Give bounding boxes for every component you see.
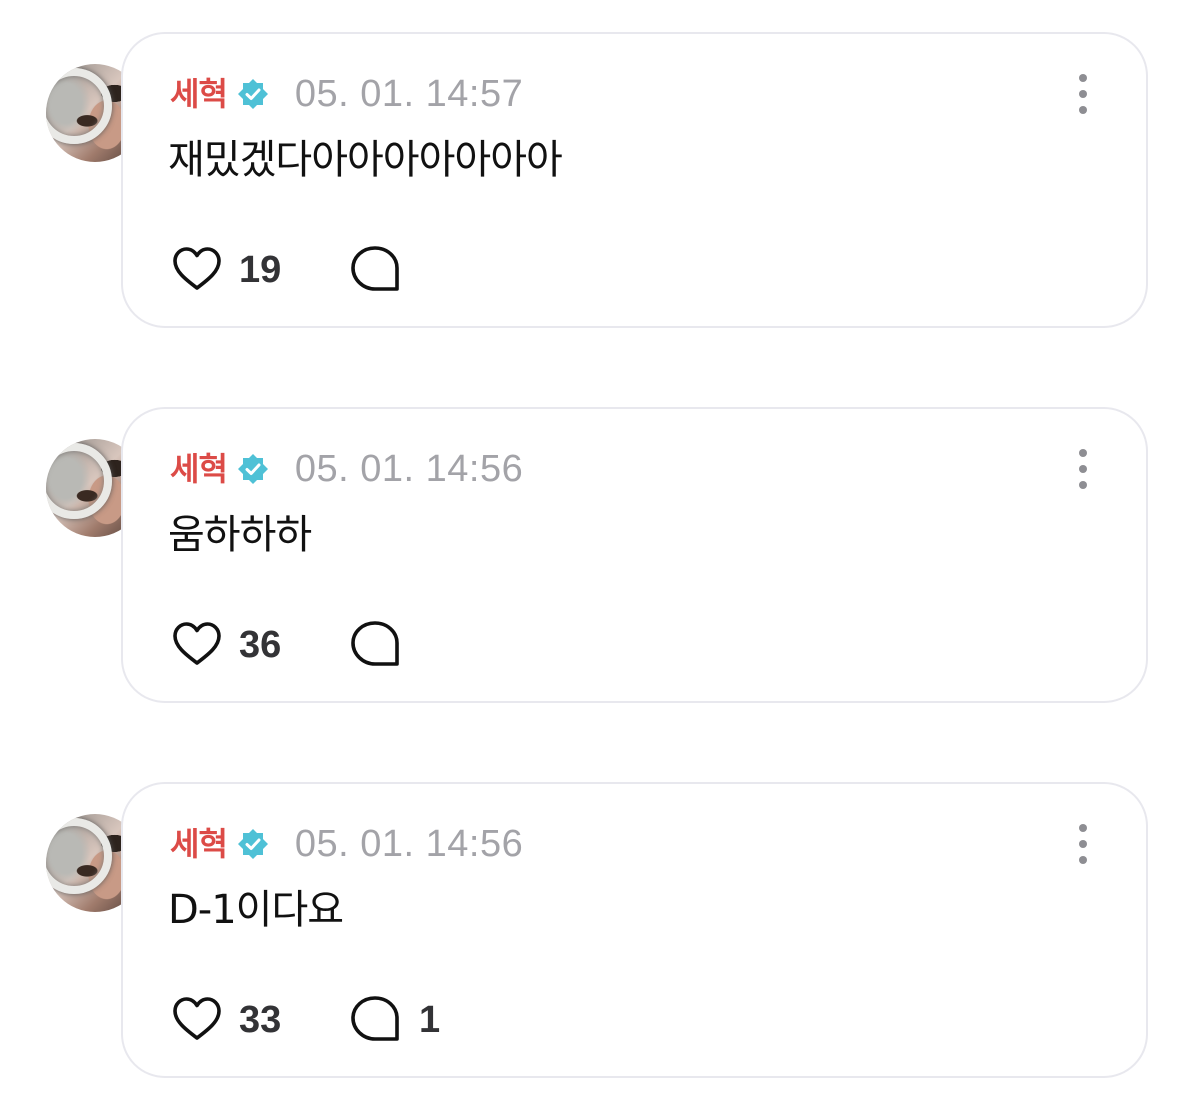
comment-card: 세혁 05. 01. 14:56 움하하하 36 <box>121 407 1148 703</box>
comment-item: 세혁 05. 01. 14:56 움하하하 36 <box>0 405 1200 707</box>
speech-bubble-icon <box>351 246 399 291</box>
comment-timestamp: 05. 01. 14:56 <box>294 823 524 865</box>
comment-actions: 33 1 <box>171 994 440 1046</box>
more-vertical-icon-dot <box>1079 465 1087 473</box>
author-name[interactable]: 세혁 <box>170 449 228 489</box>
more-vertical-icon-dot <box>1079 481 1087 489</box>
avatar-photo <box>46 443 112 519</box>
more-options-button[interactable] <box>1068 70 1098 118</box>
more-options-button[interactable] <box>1068 820 1098 868</box>
like-button[interactable]: 33 <box>171 994 281 1046</box>
author-name[interactable]: 세혁 <box>170 74 228 114</box>
verified-badge-icon <box>237 78 269 110</box>
more-vertical-icon-dot <box>1079 856 1087 864</box>
author-name[interactable]: 세혁 <box>170 824 228 864</box>
like-count: 19 <box>239 249 282 291</box>
more-vertical-icon <box>1079 824 1087 832</box>
heart-outline-icon <box>173 622 221 665</box>
comment-header: 세혁 05. 01. 14:57 <box>170 74 523 114</box>
avatar-photo <box>46 68 112 144</box>
like-count: 33 <box>239 999 282 1041</box>
reply-button[interactable] <box>349 619 419 671</box>
comment-header: 세혁 05. 01. 14:56 <box>170 449 523 489</box>
comment-text: 재밌겠다아아아아아아아 <box>168 137 563 183</box>
comment-card: 세혁 05. 01. 14:57 재밌겠다아아아아아아아 19 <box>121 32 1148 328</box>
more-vertical-icon-dot <box>1079 840 1087 848</box>
speech-bubble-icon <box>351 996 399 1041</box>
more-vertical-icon-dot <box>1079 106 1087 114</box>
avatar-photo <box>46 818 112 894</box>
comment-item: 세혁 05. 01. 14:57 재밌겠다아아아아아아아 19 <box>0 30 1200 332</box>
more-vertical-icon <box>1079 74 1087 82</box>
reply-button[interactable]: 1 <box>349 994 440 1046</box>
more-options-button[interactable] <box>1068 445 1098 493</box>
verified-badge-icon <box>237 453 269 485</box>
more-vertical-icon-dot <box>1079 90 1087 98</box>
like-count: 36 <box>239 624 282 666</box>
heart-outline-icon <box>173 247 221 290</box>
like-button[interactable]: 19 <box>171 244 281 296</box>
comment-item: 세혁 05. 01. 14:56 D-1이다요 33 1 <box>0 780 1200 1082</box>
reply-count: 1 <box>419 999 441 1041</box>
comment-timestamp: 05. 01. 14:56 <box>294 448 524 490</box>
comment-header: 세혁 05. 01. 14:56 <box>170 824 523 864</box>
comment-text: D-1이다요 <box>168 887 344 933</box>
comment-actions: 36 <box>171 619 399 671</box>
speech-bubble-icon <box>351 621 399 666</box>
comment-card: 세혁 05. 01. 14:56 D-1이다요 33 1 <box>121 782 1148 1078</box>
more-vertical-icon <box>1079 449 1087 457</box>
heart-outline-icon <box>173 997 221 1040</box>
like-button[interactable]: 36 <box>171 619 281 671</box>
comment-timestamp: 05. 01. 14:57 <box>294 73 524 115</box>
comment-actions: 19 <box>171 244 399 296</box>
comment-text: 움하하하 <box>168 512 312 558</box>
reply-button[interactable] <box>349 244 419 296</box>
verified-badge-icon <box>237 828 269 860</box>
comment-feed: 세혁 05. 01. 14:57 재밌겠다아아아아아아아 19 세혁 05. 0… <box>0 0 1200 1118</box>
